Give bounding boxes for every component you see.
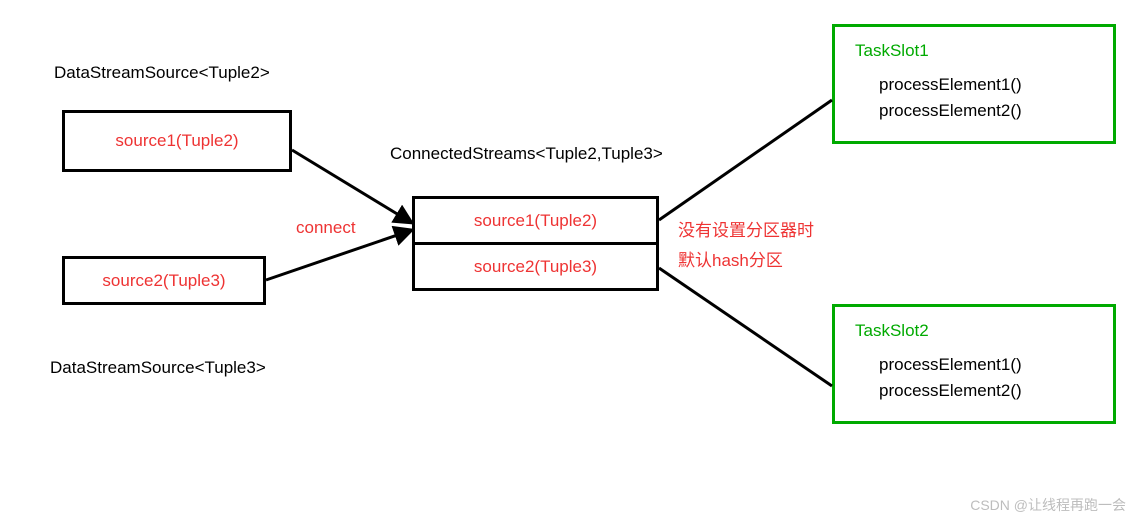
line-connected-to-slot2 xyxy=(659,268,832,386)
connected-source2-box: source2(Tuple3) xyxy=(412,242,659,291)
connected-source1-text: source1(Tuple2) xyxy=(474,211,597,231)
source1-box: source1(Tuple2) xyxy=(62,110,292,172)
task-slot-2-box: TaskSlot2 processElement1() processEleme… xyxy=(832,304,1116,424)
task-slot-1-box: TaskSlot1 processElement1() processEleme… xyxy=(832,24,1116,144)
source2-text: source2(Tuple3) xyxy=(102,271,225,291)
task-slot-2-process1: processElement1() xyxy=(879,355,1093,375)
partitioner-note-line2: 默认hash分区 xyxy=(678,246,783,271)
task-slot-1-process1: processElement1() xyxy=(879,75,1093,95)
task-slot-2-title: TaskSlot2 xyxy=(855,321,1093,341)
partitioner-note-line1: 没有设置分区器时 xyxy=(678,216,814,241)
data-stream-source-tuple2-label: DataStreamSource<Tuple2> xyxy=(54,63,270,83)
connect-label: connect xyxy=(296,218,356,238)
connected-streams-label: ConnectedStreams<Tuple2,Tuple3> xyxy=(390,144,663,164)
task-slot-1-title: TaskSlot1 xyxy=(855,41,1093,61)
source1-text: source1(Tuple2) xyxy=(115,131,238,151)
watermark-text: CSDN @让线程再跑一会 xyxy=(970,495,1126,515)
line-connected-to-slot1 xyxy=(659,100,832,220)
connected-source1-box: source1(Tuple2) xyxy=(412,196,659,245)
data-stream-source-tuple3-label: DataStreamSource<Tuple3> xyxy=(50,358,266,378)
task-slot-2-process2: processElement2() xyxy=(879,381,1093,401)
task-slot-1-process2: processElement2() xyxy=(879,101,1093,121)
source2-box: source2(Tuple3) xyxy=(62,256,266,305)
connected-source2-text: source2(Tuple3) xyxy=(474,257,597,277)
